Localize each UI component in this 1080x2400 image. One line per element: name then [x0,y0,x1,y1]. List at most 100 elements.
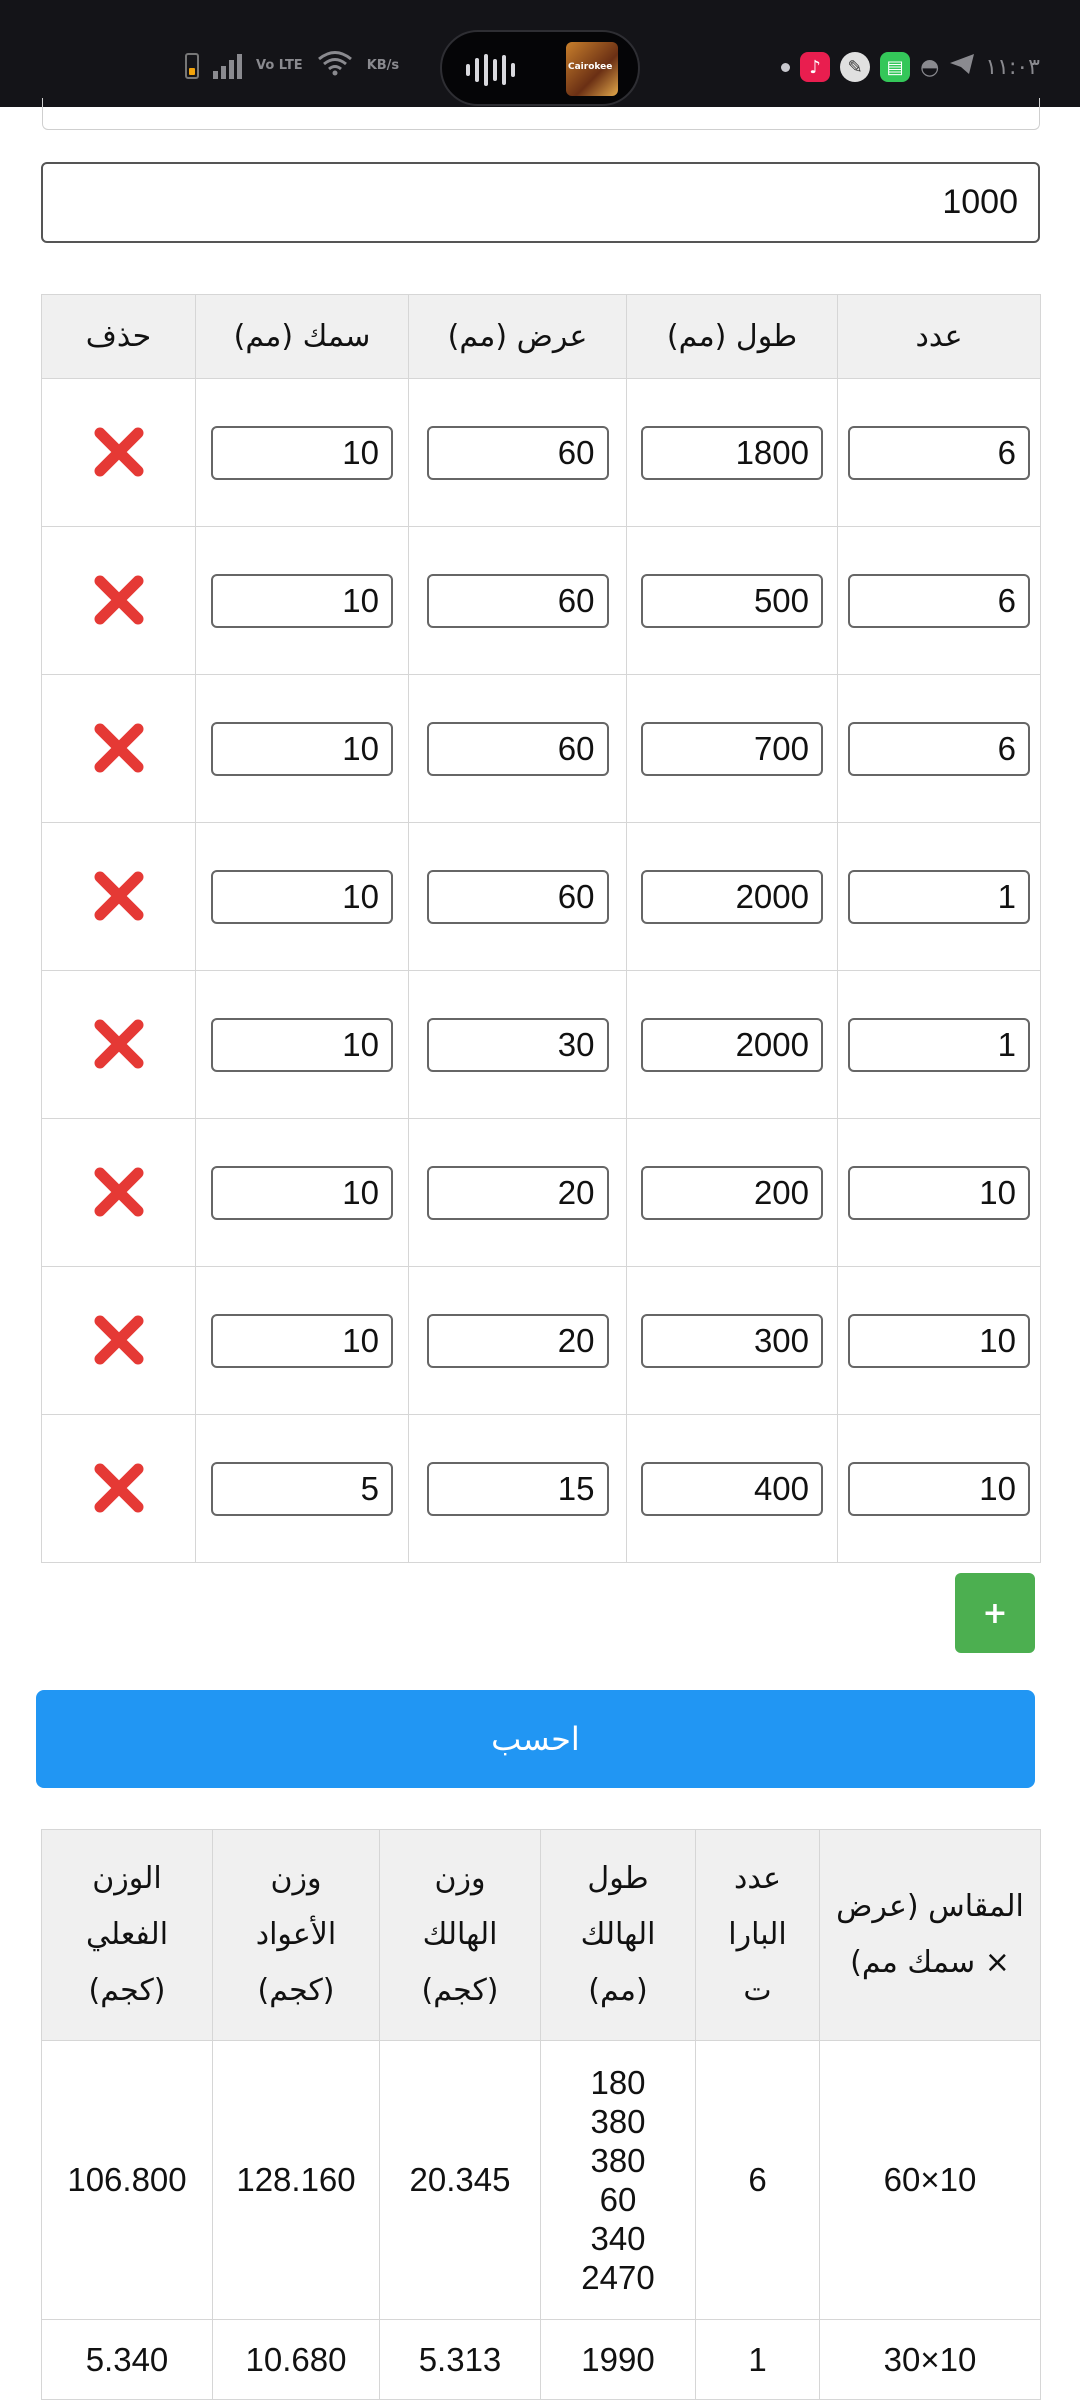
thickness-cell [195,822,409,971]
result-size: 10×60 [819,2040,1041,2320]
width-cell [408,1266,627,1415]
header-width: عرض (مم) [408,294,627,379]
result-actual-weight: 5.340 [41,2319,213,2400]
stack-line: 1990 [581,2341,655,2378]
stack-line: 380 [590,2103,646,2140]
calculate-button[interactable]: احسب [36,1690,1035,1788]
add-row-button[interactable]: + [955,1573,1035,1653]
length-cell [626,1414,838,1563]
result-waste-length: 180 380 380 60 340 2470 [540,2040,696,2320]
stack-line: الهالك [580,1917,656,1952]
piece-row [41,526,1041,675]
header-count: عدد [837,294,1041,379]
piece-row [41,1266,1041,1415]
result-row: 10×60 6 180 380 380 60 340 2470 20.345 128.16… [41,2040,1041,2320]
width-input[interactable] [426,1017,609,1072]
thickness-input[interactable] [211,1313,393,1368]
gamepad-icon: ◓ [920,54,940,80]
length-input[interactable] [641,869,823,924]
audio-wave-icon [466,54,515,86]
width-input[interactable] [426,1165,609,1220]
stack-line: 180 [590,2064,646,2101]
width-input[interactable] [426,573,609,628]
width-input[interactable] [426,869,609,924]
length-input[interactable] [641,573,823,628]
thickness-input[interactable] [211,721,393,776]
stack-line: 380 [590,2142,646,2179]
results-header-row: المقاس (عرض × سمك مم) عدد البارا ت طول الهال… [41,1829,1041,2041]
count-input[interactable] [848,1313,1030,1368]
length-cell [626,822,838,971]
width-input[interactable] [426,721,609,776]
count-cell [837,1118,1041,1267]
delete-row-button[interactable] [87,568,151,632]
count-cell [837,970,1041,1119]
length-input[interactable] [641,1017,823,1072]
thickness-input[interactable] [211,1017,393,1072]
header-length: طول (مم) [626,294,838,379]
music-app-icon: ♪ [800,52,831,82]
count-input[interactable] [848,1017,1030,1072]
thickness-input[interactable] [211,573,393,628]
width-cell [408,1118,627,1267]
stack-line: 2470 [581,2259,655,2296]
delete-row-button[interactable] [87,1456,151,1520]
length-input[interactable] [641,1165,823,1220]
delete-cell [41,674,196,823]
thickness-cell [195,378,409,527]
length-input[interactable] [641,1461,823,1516]
stack-line: وزن [434,1861,486,1896]
red-x-icon [94,871,143,921]
dynamic-island[interactable]: Cairokee [440,30,640,106]
thickness-cell [195,674,409,823]
stack-line: البارا [728,1917,787,1952]
length-input[interactable] [641,1313,823,1368]
delete-row-button[interactable] [87,716,151,780]
thickness-cell [195,1118,409,1267]
battery-icon [185,52,199,79]
red-x-icon [94,723,143,773]
delete-row-button[interactable] [87,864,151,928]
result-waste-weight: 5.313 [379,2319,541,2400]
header-size: المقاس (عرض × سمك مم) [819,1829,1041,2041]
length-input[interactable] [641,721,823,776]
length-input[interactable] [641,425,823,480]
count-input[interactable] [848,1461,1030,1516]
width-input[interactable] [426,425,609,480]
red-x-icon [94,427,143,477]
thickness-input[interactable] [211,1165,393,1220]
thickness-input[interactable] [211,869,393,924]
delete-row-button[interactable] [87,1308,151,1372]
stack-line: الوزن [92,1861,162,1896]
width-input[interactable] [426,1461,609,1516]
delete-cell [41,822,196,971]
pieces-table: عدد طول (مم) عرض (مم) سمك (مم) حذف [41,294,1041,1563]
result-waste-length: 1990 [540,2319,696,2400]
count-input[interactable] [848,425,1030,480]
album-art: Cairokee [566,42,618,96]
result-bars-count: 1 [695,2319,820,2400]
header-bars-count: عدد البارا ت [695,1829,820,2041]
delete-cell [41,1414,196,1563]
count-input[interactable] [848,721,1030,776]
delete-row-button[interactable] [87,420,151,484]
thickness-input[interactable] [211,1461,393,1516]
clock: ١١:٠٣ [985,54,1040,80]
stack-line: الفعلي [85,1917,169,1952]
previous-input-field[interactable] [42,98,1040,130]
count-input[interactable] [848,1165,1030,1220]
width-cell [408,674,627,823]
thickness-input[interactable] [211,425,393,480]
result-actual-weight: 106.800 [41,2040,213,2320]
length-cell [626,526,838,675]
thickness-cell [195,1414,409,1563]
status-bar: Vo LTE KB/s Cairokee ♪ ✎ ▤ ◓ ١١:٠٣ [0,0,1080,107]
width-input[interactable] [426,1313,609,1368]
total-length-input[interactable] [41,162,1040,243]
delete-row-button[interactable] [87,1012,151,1076]
width-cell [408,378,627,527]
delete-row-button[interactable] [87,1160,151,1224]
count-input[interactable] [848,869,1030,924]
count-input[interactable] [848,573,1030,628]
result-row: 10×30 1 1990 5.313 10.680 5.340 [41,2319,1041,2400]
